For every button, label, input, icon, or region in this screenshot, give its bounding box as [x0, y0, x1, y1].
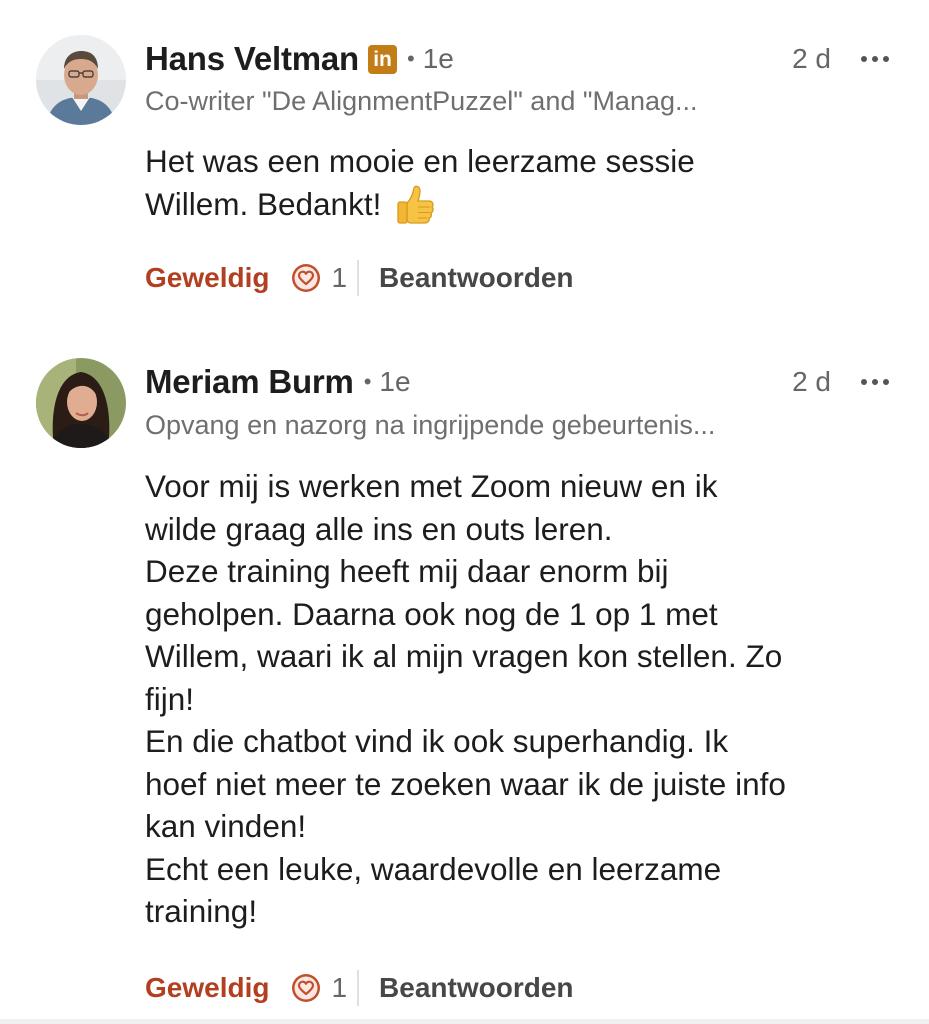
- reaction-button[interactable]: Geweldig: [145, 972, 269, 1004]
- comment-time: 2 d: [792, 43, 831, 74]
- reaction-count: 1: [331, 262, 348, 293]
- comment-line: Willem. Bedankt!: [145, 183, 905, 227]
- author-name[interactable]: Hans Veltman: [145, 40, 359, 78]
- connection-degree: 1e: [422, 43, 454, 74]
- more-options-icon[interactable]: [861, 379, 889, 385]
- comment-line: hoef niet meer te zoeken waar ik de juis…: [145, 765, 786, 802]
- author-headline: Co-writer "De AlignmentPuzzel" and "Mana…: [145, 86, 698, 116]
- comment-line: wilde graag alle ins en outs leren.: [145, 510, 613, 547]
- comment-line: Echt een leuke, waardevolle en leerzame: [145, 850, 722, 887]
- reply-button[interactable]: Beantwoorden: [379, 262, 573, 294]
- avatar[interactable]: [36, 35, 126, 125]
- comment-meriam-burm: Meriam Burm • 1e 2 d Opvang en nazorg na…: [0, 320, 929, 1020]
- connection-degree: 1e: [379, 366, 411, 397]
- comment-header: Hans Veltman in • 1e 2 d: [145, 37, 889, 81]
- bottom-divider: [0, 1019, 929, 1024]
- comment-line: Deze training heeft mij daar enorm bij: [145, 553, 669, 589]
- heart-icon[interactable]: [291, 973, 321, 1003]
- comment-line: Het was een mooie en leerzame sessie: [145, 143, 695, 179]
- comment-line: Willem, waari ik al mijn vragen kon stel…: [145, 638, 783, 674]
- more-options-icon[interactable]: [861, 56, 889, 62]
- heart-icon[interactable]: [291, 263, 321, 293]
- comment-line: training!: [145, 893, 258, 929]
- reaction-button[interactable]: Geweldig: [145, 262, 269, 294]
- reaction-count: 1: [331, 972, 348, 1003]
- action-divider: [357, 260, 360, 296]
- action-divider: [357, 970, 360, 1006]
- avatar[interactable]: [36, 358, 126, 448]
- separator-dot: •: [407, 46, 415, 71]
- comment-actions: Geweldig 1 Beantwoorden: [145, 258, 574, 298]
- comment-line: fijn!: [145, 680, 195, 717]
- author-headline: Opvang en nazorg na ingrijpende gebeurte…: [145, 410, 716, 440]
- comment-body: Het was een mooie en leerzame sessie Wil…: [145, 140, 905, 227]
- avatar-photo: [36, 358, 126, 448]
- comment-line: kan vinden!: [145, 808, 307, 844]
- separator-dot: •: [363, 369, 372, 394]
- comment-line: Voor mij is werken met Zoom nieuw en ik: [145, 468, 718, 504]
- comment-actions: Geweldig 1 Beantwoorden: [145, 968, 574, 1008]
- comment-hans-veltman: Hans Veltman in • 1e 2 d Co-writer "De A…: [0, 0, 929, 320]
- comment-body: Voor mij is werken met Zoom nieuw en ik …: [145, 465, 905, 933]
- author-name[interactable]: Meriam Burm: [145, 363, 354, 401]
- reply-button[interactable]: Beantwoorden: [379, 972, 573, 1004]
- avatar-photo: [36, 35, 126, 125]
- comment-time: 2 d: [792, 366, 831, 397]
- comment-line: geholpen. Daarna ook nog de 1 op 1 met: [145, 595, 718, 632]
- thumbs-up-icon: [397, 185, 435, 224]
- comment-line: En die chatbot vind ik ook superhandig. …: [145, 723, 729, 759]
- linkedin-badge-icon: in: [368, 44, 398, 74]
- comment-header: Meriam Burm • 1e 2 d: [145, 360, 889, 404]
